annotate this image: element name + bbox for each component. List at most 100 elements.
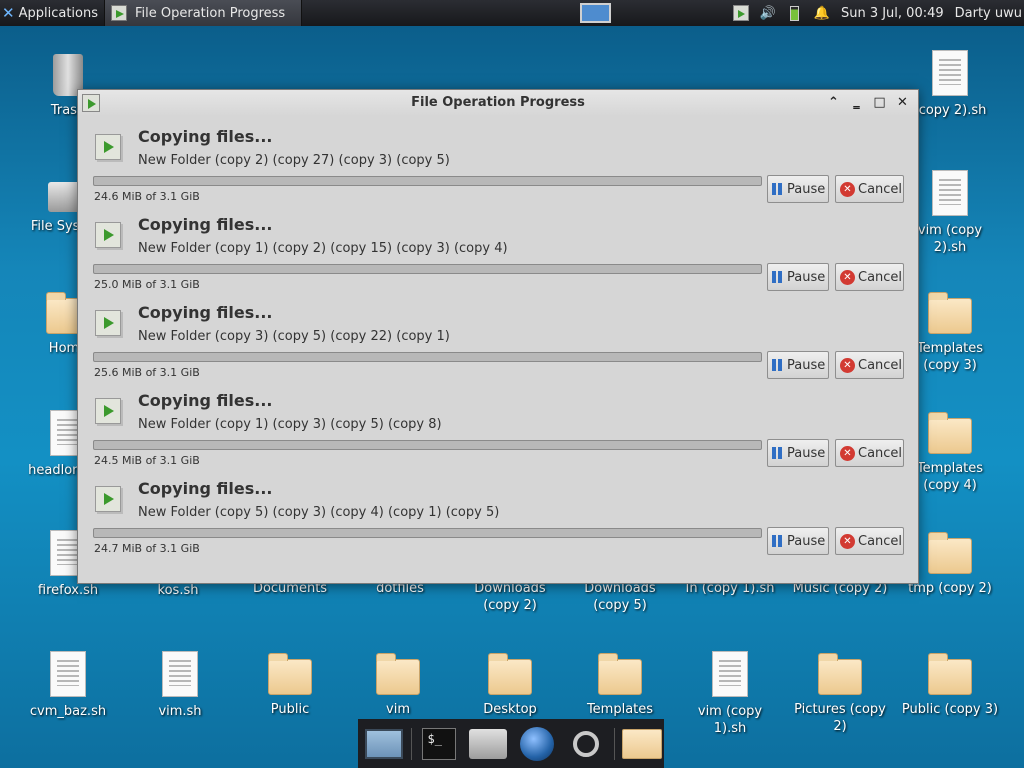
dock-web-browser[interactable]	[516, 724, 559, 764]
pause-button[interactable]: Pause	[767, 263, 829, 291]
pause-label: Pause	[787, 533, 826, 549]
file-copy-icon	[111, 5, 127, 21]
progress-bar	[93, 176, 762, 186]
cancel-button[interactable]: ✕ Cancel	[835, 439, 904, 467]
copy-operation: Copying files... New Folder (copy 3) (co…	[78, 292, 920, 380]
progress-size: 24.5 MiB of 3.1 GiB	[94, 454, 200, 467]
operation-heading: Copying files...	[138, 127, 273, 146]
cancel-label: Cancel	[858, 445, 903, 461]
shade-up-icon[interactable]: ⌃	[826, 93, 841, 111]
file-operation-dialog: File Operation Progress ⌃ ‗ □ ✕ Copying …	[77, 89, 919, 584]
close-icon[interactable]: ✕	[895, 93, 910, 111]
script-file-icon	[932, 50, 968, 96]
dialog-titlebar[interactable]: File Operation Progress ⌃ ‗ □ ✕	[78, 90, 918, 116]
copy-operation: Copying files... New Folder (copy 5) (co…	[78, 468, 920, 556]
desktop-icon-desktop[interactable]: Desktop	[460, 651, 560, 718]
dock-separator	[411, 727, 412, 760]
progress-bar	[93, 264, 762, 274]
desktop-icon-label: Downloads (copy 5)	[584, 581, 656, 613]
speaker-icon[interactable]: 🔊	[760, 5, 776, 21]
desktop-icon-label: (copy 2).sh	[913, 103, 987, 118]
system-tray: 🔊 🔔 Sun 3 Jul, 00:49 Darty uwu	[732, 0, 1024, 26]
progress-size: 24.7 MiB of 3.1 GiB	[94, 542, 200, 555]
folder-icon	[488, 653, 532, 695]
desktop-icon-pictures-copy-2[interactable]: Pictures (copy 2)	[790, 651, 890, 735]
cancel-icon: ✕	[840, 445, 855, 461]
script-file-icon	[932, 170, 968, 216]
folder-icon	[622, 728, 663, 759]
pause-button[interactable]: Pause	[767, 175, 829, 203]
file-copy-icon	[95, 222, 121, 248]
pause-icon	[772, 183, 783, 195]
user-name[interactable]: Darty uwu	[955, 6, 1022, 21]
cancel-icon: ✕	[840, 269, 855, 285]
folder-icon	[818, 653, 862, 695]
top-panel: ✕ Applications File Operation Progress 🔊…	[0, 0, 1024, 26]
copy-operation: Copying files... New Folder (copy 2) (co…	[78, 116, 920, 204]
copy-operation: Copying files... New Folder (copy 1) (co…	[78, 204, 920, 292]
pause-icon	[772, 359, 783, 371]
operation-detail: New Folder (copy 3) (copy 5) (copy 22) (…	[138, 329, 450, 344]
desktop-icon-public-copy-3[interactable]: Public (copy 3)	[900, 651, 1000, 718]
dock-app-finder[interactable]	[565, 724, 608, 764]
terminal-icon: $_	[422, 727, 457, 760]
pause-button[interactable]: Pause	[767, 439, 829, 467]
folder-icon	[928, 532, 972, 574]
cancel-icon: ✕	[840, 357, 855, 373]
applications-label: Applications	[18, 5, 98, 21]
cancel-label: Cancel	[858, 269, 903, 285]
script-file-icon	[50, 651, 86, 697]
desktop-icon-label: kos.sh	[157, 583, 199, 598]
desktop-icon-label: vim.sh	[158, 704, 202, 719]
desktop-icon-public[interactable]: Public	[240, 651, 340, 718]
dock-file-manager[interactable]	[467, 724, 510, 764]
cancel-button[interactable]: ✕ Cancel	[835, 175, 904, 203]
folder-icon	[928, 412, 972, 454]
desktop-icon-vim-copy-1[interactable]: vim (copy 1).sh	[680, 651, 780, 737]
cancel-button[interactable]: ✕ Cancel	[835, 263, 904, 291]
desktop-icon-vim[interactable]: vim	[348, 651, 448, 718]
cancel-button[interactable]: ✕ Cancel	[835, 351, 904, 379]
pause-button[interactable]: Pause	[767, 351, 829, 379]
cancel-button[interactable]: ✕ Cancel	[835, 527, 904, 555]
desktop-icon-label: Templates (copy 4)	[916, 461, 984, 493]
folder-icon	[268, 653, 312, 695]
folder-icon	[928, 653, 972, 695]
cancel-label: Cancel	[858, 357, 903, 373]
clock[interactable]: Sun 3 Jul, 00:49	[841, 6, 944, 21]
minimize-icon[interactable]: ‗	[849, 93, 864, 111]
desktop-icon-label: Templates (copy 3)	[916, 341, 984, 373]
desktop-icon-label: Desktop	[483, 702, 537, 717]
pause-button[interactable]: Pause	[767, 527, 829, 555]
dock-separator	[613, 727, 615, 760]
desktop-icon-label: Downloads (copy 2)	[474, 581, 546, 613]
operation-heading: Copying files...	[138, 391, 273, 410]
taskbar-item-file-operation[interactable]: File Operation Progress	[104, 0, 302, 26]
file-copy-icon	[95, 134, 121, 160]
maximize-icon[interactable]: □	[872, 93, 887, 111]
taskbar-item-label: File Operation Progress	[135, 5, 286, 21]
dock-folder[interactable]	[621, 724, 664, 764]
desktop-icon-label: vim	[386, 702, 410, 717]
desktop-icon-vim-sh[interactable]: vim.sh	[130, 651, 230, 720]
pause-icon	[772, 447, 783, 459]
bell-icon[interactable]: 🔔	[814, 5, 830, 21]
file-copy-tray-icon[interactable]	[732, 5, 749, 21]
cancel-icon: ✕	[840, 181, 855, 197]
dock-show-desktop[interactable]	[362, 724, 405, 764]
desktop-icon-label: cvm_baz.sh	[29, 704, 107, 719]
desktop-icon-templates[interactable]: Templates	[570, 651, 670, 718]
applications-menu-button[interactable]: ✕ Applications	[0, 0, 104, 26]
file-copy-icon	[95, 398, 121, 424]
folder-icon	[598, 653, 642, 695]
operation-heading: Copying files...	[138, 215, 273, 234]
desktop-icon-cvm-baz[interactable]: cvm_baz.sh	[18, 651, 118, 720]
progress-bar	[93, 440, 762, 450]
workspace-switcher[interactable]	[580, 3, 611, 23]
operation-detail: New Folder (copy 1) (copy 2) (copy 15) (…	[138, 241, 508, 256]
progress-bar	[93, 528, 762, 538]
cancel-icon: ✕	[840, 533, 855, 549]
file-copy-icon	[95, 486, 121, 512]
battery-icon[interactable]	[787, 5, 803, 21]
dock-terminal[interactable]: $_	[418, 724, 461, 764]
